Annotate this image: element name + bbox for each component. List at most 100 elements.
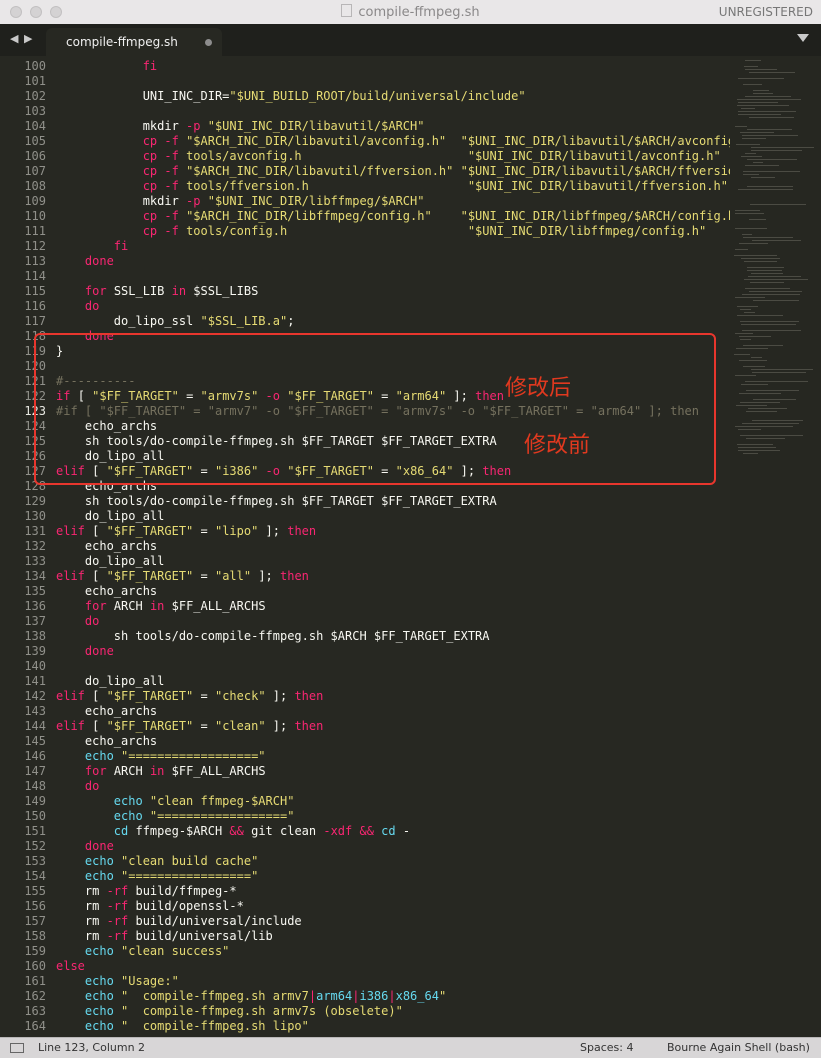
code-line[interactable]: elif [ "$FF_TARGET" = "clean" ]; then [56, 719, 730, 734]
code-token: for [84, 599, 114, 613]
code-line[interactable] [56, 269, 730, 284]
code-line[interactable]: fi [56, 59, 730, 74]
code-line[interactable]: rm -rf build/universal/include [56, 914, 730, 929]
minimap-line [735, 333, 753, 334]
code-line[interactable]: else [56, 959, 730, 974]
code-token: cp [56, 209, 165, 223]
minimap-line [751, 273, 783, 274]
code-line[interactable]: rm -rf build/ffmpeg-* [56, 884, 730, 899]
tab-list-dropdown-icon[interactable] [797, 34, 809, 42]
code-line[interactable]: cp -f tools/ffversion.h "$UNI_INC_DIR/li… [56, 179, 730, 194]
line-number: 109 [24, 194, 46, 208]
tab-back-arrow-icon[interactable]: ◀ [10, 32, 18, 45]
minimap-line [741, 324, 796, 325]
code-line[interactable]: echo_archs [56, 584, 730, 599]
line-number: 103 [24, 104, 46, 118]
line-number: 112 [24, 239, 46, 253]
code-line[interactable]: sh tools/do-compile-ffmpeg.sh $ARCH $FF_… [56, 629, 730, 644]
code-line[interactable]: elif [ "$FF_TARGET" = "check" ]; then [56, 689, 730, 704]
code-token: then [294, 719, 324, 733]
panel-toggle-icon[interactable] [10, 1043, 24, 1053]
tab-label: compile-ffmpeg.sh [66, 35, 178, 49]
code-line[interactable]: for ARCH in $FF_ALL_ARCHS [56, 764, 730, 779]
minimap[interactable] [730, 56, 821, 1037]
code-line[interactable]: echo_archs [56, 734, 730, 749]
code-line[interactable]: mkdir -p "$UNI_INC_DIR/libffmpeg/$ARCH" [56, 194, 730, 209]
code-line[interactable]: done [56, 644, 730, 659]
code-line[interactable]: echo "==================" [56, 809, 730, 824]
annotation-after-label: 修改后 [505, 376, 572, 401]
code-line[interactable]: echo " compile-ffmpeg.sh armv7s (obselet… [56, 1004, 730, 1019]
code-line[interactable]: echo "=================" [56, 869, 730, 884]
code-line[interactable]: echo " compile-ffmpeg.sh armv7|arm64|i38… [56, 989, 730, 1004]
line-number: 149 [24, 794, 46, 808]
code-line[interactable]: for SSL_LIB in $SSL_LIBS [56, 284, 730, 299]
code-line[interactable]: echo_archs [56, 539, 730, 554]
code-token: i386 [359, 989, 389, 1003]
line-number: 114 [24, 269, 46, 283]
code-token: -rf [106, 899, 136, 913]
code-line[interactable]: cp -f "$ARCH_INC_DIR/libavutil/ffversion… [56, 164, 730, 179]
tab-forward-arrow-icon[interactable]: ▶ [24, 32, 32, 45]
minimap-line [743, 237, 793, 238]
tab-compile-ffmpeg[interactable]: compile-ffmpeg.sh [46, 28, 222, 56]
code-line[interactable]: cd ffmpeg-$ARCH && git clean -xdf && cd … [56, 824, 730, 839]
code-line[interactable]: cp -f "$ARCH_INC_DIR/libavutil/avconfig.… [56, 134, 730, 149]
code-token: build/openssl-* [135, 899, 244, 913]
code-line[interactable]: echo "==================" [56, 749, 730, 764]
code-line[interactable]: do_lipo_ssl "$SSL_LIB.a"; [56, 314, 730, 329]
code-line[interactable]: elif [ "$FF_TARGET" = "lipo" ]; then [56, 524, 730, 539]
minimap-line [739, 360, 767, 361]
code-area[interactable]: fi UNI_INC_DIR="$UNI_BUILD_ROOT/build/un… [56, 59, 730, 1034]
code-line[interactable]: echo "clean ffmpeg-$ARCH" [56, 794, 730, 809]
code-line[interactable]: rm -rf build/openssl-* [56, 899, 730, 914]
syntax-selector[interactable]: Bourne Again Shell (bash) [667, 1041, 810, 1054]
code-line[interactable]: echo " compile-ffmpeg.sh lipo" [56, 1019, 730, 1034]
code-line[interactable]: mkdir -p "$UNI_INC_DIR/libavutil/$ARCH" [56, 119, 730, 134]
code-line[interactable]: UNI_INC_DIR="$UNI_BUILD_ROOT/build/unive… [56, 89, 730, 104]
code-line[interactable]: sh tools/do-compile-ffmpeg.sh $FF_TARGET… [56, 494, 730, 509]
code-line[interactable]: done [56, 839, 730, 854]
code-token: echo [84, 944, 122, 958]
code-token: do_lipo_all [56, 674, 165, 688]
code-line[interactable]: cp -f tools/config.h "$UNI_INC_DIR/libff… [56, 224, 730, 239]
code-line[interactable]: do [56, 779, 730, 794]
code-line[interactable]: do [56, 299, 730, 314]
code-line[interactable]: do_lipo_all [56, 554, 730, 569]
code-line[interactable]: echo_archs [56, 704, 730, 719]
code-token: build/universal/include [135, 914, 302, 928]
code-token: "$UNI_INC_DIR/libavutil/$ARCH/avconfig.h… [460, 134, 730, 148]
minimap-line [750, 282, 784, 283]
code-line[interactable] [56, 659, 730, 674]
code-line[interactable]: done [56, 254, 730, 269]
line-number: 153 [24, 854, 46, 868]
unsaved-dot-icon[interactable] [205, 39, 212, 46]
code-token: echo_archs [56, 704, 158, 718]
code-editor[interactable]: 100 101 102 103 104 105 106 107 108 109 110 111 112 1… [0, 56, 730, 1037]
code-line[interactable]: cp -f tools/avconfig.h "$UNI_INC_DIR/lib… [56, 149, 730, 164]
code-line[interactable]: do_lipo_all [56, 674, 730, 689]
code-line[interactable]: fi [56, 239, 730, 254]
line-number: 107 [24, 164, 46, 178]
indentation-setting[interactable]: Spaces: 4 [580, 1041, 633, 1054]
code-line[interactable]: do_lipo_all [56, 509, 730, 524]
code-line[interactable]: echo "Usage:" [56, 974, 730, 989]
code-line[interactable]: elif [ "$FF_TARGET" = "all" ]; then [56, 569, 730, 584]
code-line[interactable]: echo "clean build cache" [56, 854, 730, 869]
code-line[interactable]: do [56, 614, 730, 629]
code-token: arm64 [316, 989, 353, 1003]
code-token: rm [56, 914, 107, 928]
code-line[interactable]: cp -f "$ARCH_INC_DIR/libffmpeg/config.h"… [56, 209, 730, 224]
code-line[interactable]: for ARCH in $FF_ALL_ARCHS [56, 599, 730, 614]
code-line[interactable] [56, 104, 730, 119]
annotation-highlight-box [34, 333, 716, 485]
code-line[interactable] [56, 74, 730, 89]
code-line[interactable]: echo "clean success" [56, 944, 730, 959]
code-line[interactable]: rm -rf build/universal/lib [56, 929, 730, 944]
code-token: [ [92, 689, 107, 703]
